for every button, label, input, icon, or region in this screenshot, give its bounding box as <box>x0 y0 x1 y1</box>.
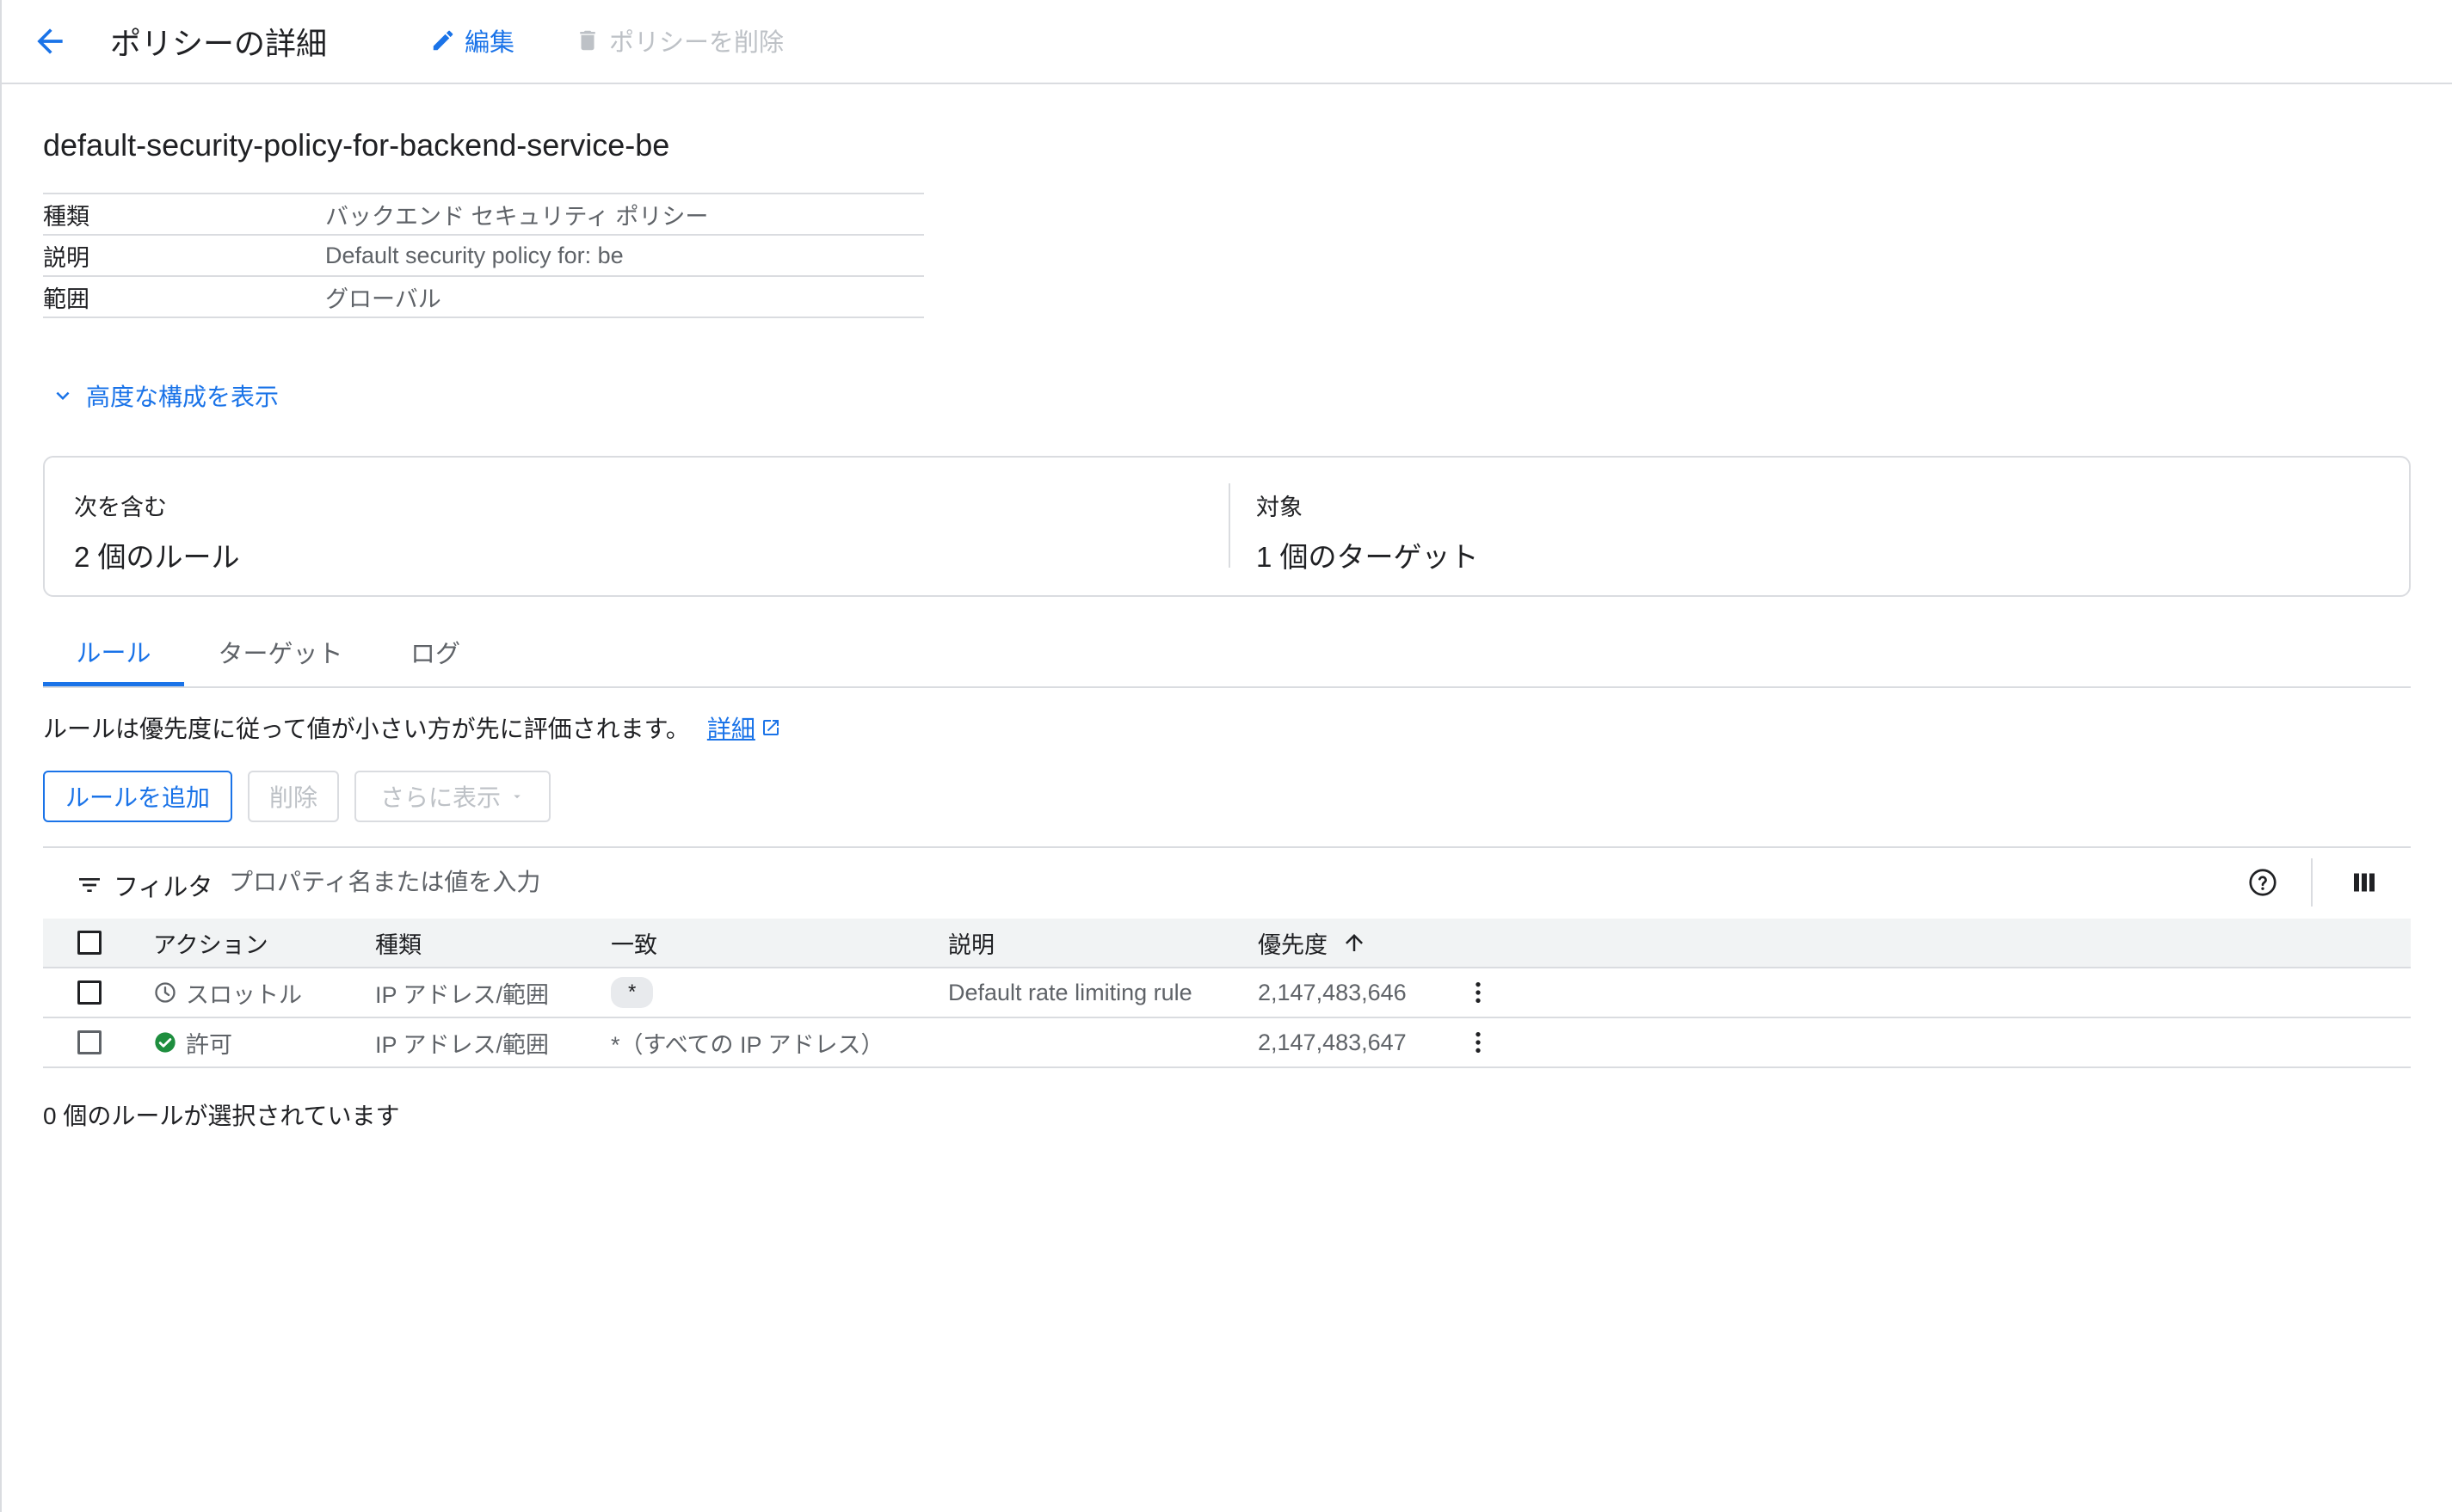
rule-action-cell: スロットル <box>153 968 302 1017</box>
external-link-icon <box>762 720 779 735</box>
property-value: Default security policy for: be <box>325 242 624 268</box>
property-row: 説明 Default security policy for: be <box>43 236 924 277</box>
column-header-match[interactable]: 一致 <box>611 919 657 967</box>
property-key: 種類 <box>43 203 89 230</box>
rules-table: アクション 種類 一致 説明 優先度 スロットル IP アドレス/範囲 * De… <box>43 919 2411 1068</box>
filter-icon <box>79 878 100 892</box>
table-row[interactable]: 許可 IP アドレス/範囲 *（すべての IP アドレス） 2,147,483,… <box>43 1018 2411 1068</box>
rule-match-cell: * <box>611 968 654 1017</box>
property-value: バックエンド セキュリティ ポリシー <box>325 203 709 230</box>
summary-card: 次を含む 2 個のルール 対象 1 個のターゲット <box>43 456 2411 597</box>
filter-button[interactable]: フィルタ <box>76 867 213 903</box>
rules-info: ルールは優先度に従って値が小さい方が先に評価されます。 詳細 <box>43 710 781 745</box>
property-value: グローバル <box>325 286 441 312</box>
help-icon[interactable] <box>2247 867 2278 898</box>
edit-label: 編集 <box>465 29 515 57</box>
toolbar-divider <box>2311 858 2313 907</box>
rule-match-chip: * <box>611 977 654 1008</box>
learn-more-link[interactable]: 詳細 <box>707 710 781 745</box>
rule-priority: 2,147,483,646 <box>1258 979 1407 1005</box>
tab-targets[interactable]: ターゲット <box>203 619 358 685</box>
target-value: 1 個のターゲット <box>1256 541 1479 573</box>
property-row: 種類 バックエンド セキュリティ ポリシー <box>43 194 924 236</box>
show-advanced-label: 高度な構成を表示 <box>86 384 280 410</box>
contains-label: 次を含む <box>74 495 167 520</box>
filter-input[interactable] <box>229 865 2208 900</box>
delete-policy-label: ポリシーを削除 <box>609 29 785 57</box>
table-header: アクション 種類 一致 説明 優先度 <box>43 919 2411 968</box>
column-display-icon[interactable] <box>2349 867 2380 898</box>
property-key: 範囲 <box>43 286 89 312</box>
rule-action-label: 許可 <box>186 1031 232 1058</box>
policy-properties: 種類 バックエンド セキュリティ ポリシー 説明 Default securit… <box>43 193 924 318</box>
column-header-description[interactable]: 説明 <box>948 919 995 967</box>
more-actions-label: さらに表示 <box>379 784 501 811</box>
column-header-priority[interactable]: 優先度 <box>1258 919 1367 967</box>
filter-bar: フィルタ <box>43 846 2411 920</box>
learn-more-label: 詳細 <box>706 716 755 742</box>
page-header: ポリシーの詳細 編集 ポリシーを削除 <box>0 0 2452 84</box>
rule-priority: 2,147,483,647 <box>1258 1029 1407 1055</box>
back-arrow-icon[interactable] <box>31 22 69 60</box>
tab-bar: ルール ターゲット ログ <box>43 619 2411 688</box>
tab-rules[interactable]: ルール <box>43 619 184 686</box>
filter-label: フィルタ <box>114 874 213 901</box>
rule-type: IP アドレス/範囲 <box>375 1031 550 1058</box>
rule-action-cell: 許可 <box>153 1018 232 1066</box>
chevron-down-icon <box>56 391 70 400</box>
property-row: 範囲 グローバル <box>43 277 924 318</box>
rule-match: *（すべての IP アドレス） <box>611 1031 884 1058</box>
delete-rule-button[interactable]: 削除 <box>248 771 339 822</box>
column-header-action[interactable]: アクション <box>153 919 268 967</box>
edit-button[interactable]: 編集 <box>430 22 514 58</box>
table-row[interactable]: スロットル IP アドレス/範囲 * Default rate limiting… <box>43 968 2411 1018</box>
property-key: 説明 <box>43 244 89 271</box>
sort-ascending-arrow-icon <box>1346 934 1363 951</box>
more-actions-button[interactable]: さらに表示 <box>354 771 551 822</box>
page-left-border <box>0 0 2 1512</box>
rules-count-section: 次を含む 2 個のルール <box>74 489 240 575</box>
contains-value: 2 個のルール <box>74 541 240 573</box>
more-vert-icon[interactable] <box>1464 979 1492 1006</box>
delete-policy-button[interactable]: ポリシーを削除 <box>575 22 784 58</box>
page-title: ポリシーの詳細 <box>110 26 328 61</box>
summary-divider <box>1229 483 1230 568</box>
selection-status: 0 個のルールが選択されています <box>43 1103 400 1129</box>
policy-name: default-security-policy-for-backend-serv… <box>43 127 670 163</box>
targets-count-section: 対象 1 個のターゲット <box>1256 489 1479 575</box>
pencil-icon <box>433 30 453 51</box>
clock-icon <box>155 982 176 1003</box>
rule-type: IP アドレス/範囲 <box>375 981 550 1008</box>
rule-action-label: スロットル <box>186 981 302 1008</box>
row-checkbox[interactable] <box>77 980 102 1005</box>
target-label: 対象 <box>1256 495 1303 520</box>
priority-header-label: 優先度 <box>1258 931 1328 958</box>
rule-description: Default rate limiting rule <box>948 979 1192 1005</box>
row-checkbox[interactable] <box>77 1030 102 1054</box>
column-header-type[interactable]: 種類 <box>375 919 422 967</box>
trash-icon <box>580 30 595 51</box>
more-vert-icon[interactable] <box>1464 1029 1492 1056</box>
add-rule-button[interactable]: ルールを追加 <box>43 771 232 822</box>
check-circle-icon <box>155 1032 176 1053</box>
tab-logs[interactable]: ログ <box>384 619 487 685</box>
caret-down-icon <box>514 795 521 799</box>
show-advanced-toggle[interactable]: 高度な構成を表示 <box>50 378 279 413</box>
select-all-checkbox[interactable] <box>77 931 102 955</box>
rules-info-text: ルールは優先度に従って値が小さい方が先に評価されます。 <box>43 716 690 742</box>
